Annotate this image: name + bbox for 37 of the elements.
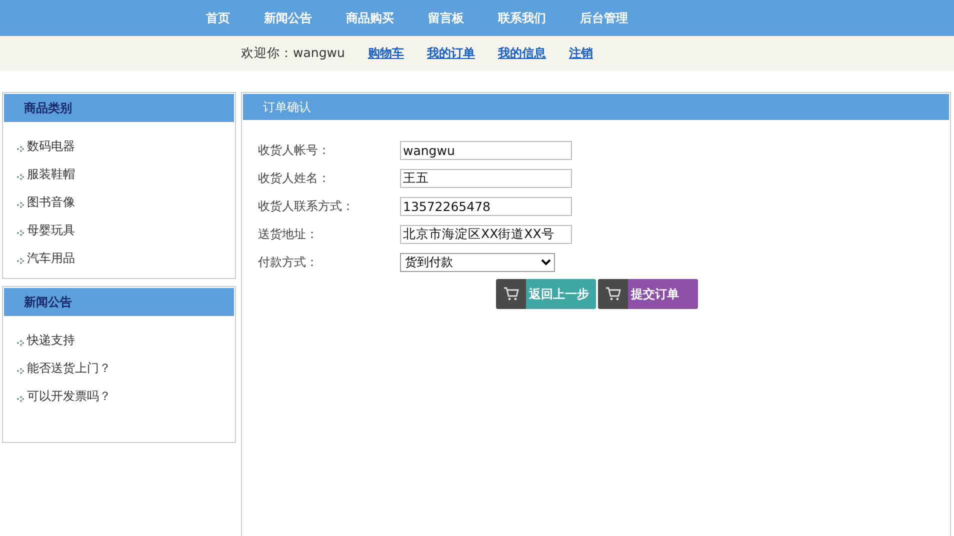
bullet-icon [17,368,24,374]
cart-icon [605,287,621,301]
action-button[interactable]: 提交订单 [598,279,698,309]
payment-dropdown[interactable]: 货到付款 [400,252,555,272]
sidebar-link[interactable]: 图书音像 [27,194,75,210]
field-label: 收货人姓名： [258,170,331,186]
field-label: 送货地址： [258,226,319,242]
field-label: 付款方式： [258,254,319,270]
cart-icon [503,287,519,301]
sidebar-link[interactable]: 母婴玩具 [27,222,75,238]
field-label: 收货人帐号： [258,142,331,158]
input-field[interactable]: 13572265478 [400,196,572,216]
bullet-icon [17,202,24,208]
input-field[interactable]: 王五 [400,168,572,188]
sidebar-link[interactable]: 汽车用品 [27,250,75,266]
panel-header: 商品类别 [4,94,234,122]
bullet-icon [17,230,24,236]
bullet-icon [17,396,24,402]
sidebar-link[interactable]: 能否送货上门？ [27,360,111,376]
sidebar-link[interactable]: 可以开发票吗？ [27,388,111,404]
field-label: 收货人联系方式： [258,198,355,214]
user-link[interactable]: 注销 [568,45,593,62]
input-field[interactable]: 北京市海淀区XX街道XX号 [400,224,572,244]
panel-header: 订单确认 [243,94,949,120]
bullet-icon [17,340,24,346]
bullet-icon [17,146,24,152]
sidebar-link[interactable]: 数码电器 [27,138,75,154]
user-link[interactable]: 购物车 [368,45,404,62]
input-field[interactable]: wangwu [400,140,572,160]
user-link[interactable]: 我的订单 [426,45,475,62]
panel-header: 新闻公告 [4,288,234,316]
bullet-icon [17,258,24,264]
sidebar-link[interactable]: 快递支持 [27,332,75,348]
sidebar-link[interactable]: 服装鞋帽 [27,166,75,182]
bullet-icon [17,174,24,180]
user-link[interactable]: 我的信息 [498,45,546,62]
welcome-text: 欢迎你：wangwu [241,45,345,62]
